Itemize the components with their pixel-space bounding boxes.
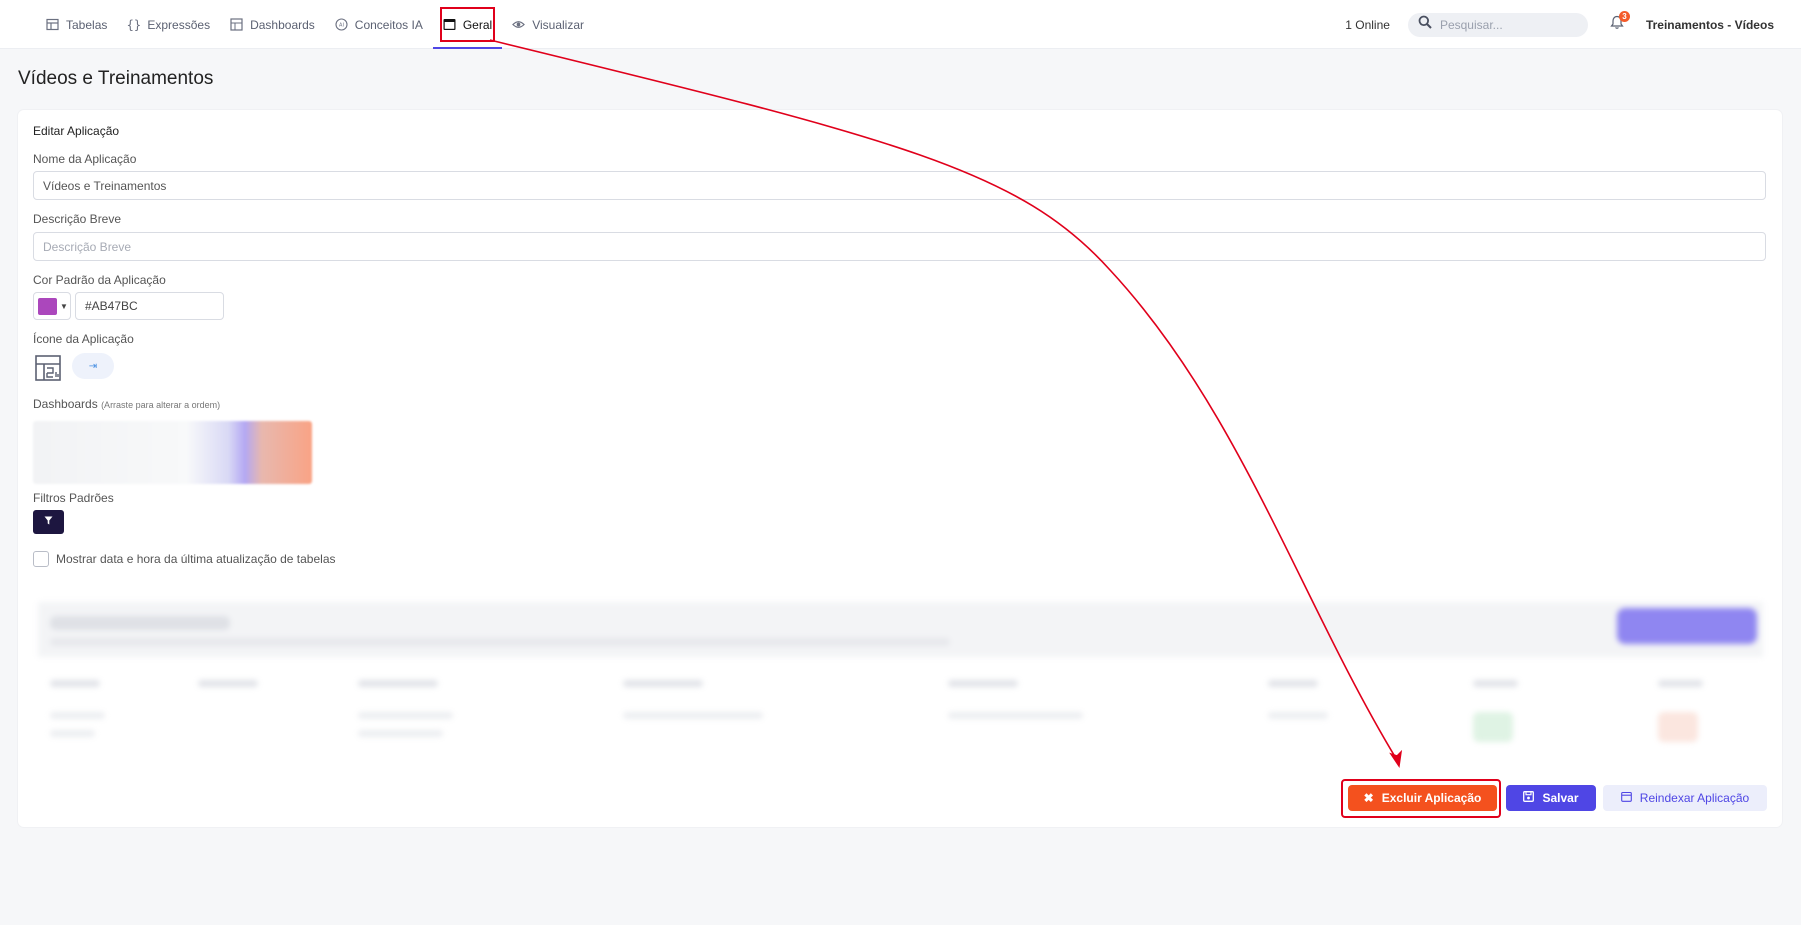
blurred-cell bbox=[50, 730, 95, 737]
filters-label: Filtros Padrões bbox=[33, 491, 114, 505]
blurred-cell bbox=[623, 712, 763, 719]
reindex-application-button[interactable]: Reindexar Aplicação bbox=[1603, 785, 1767, 811]
ai-icon: AI bbox=[335, 18, 348, 31]
nav-tab-label: Expressões bbox=[147, 17, 211, 32]
blurred-table-preview bbox=[38, 602, 1763, 752]
show-update-time-label: Mostrar data e hora da última atualizaçã… bbox=[56, 552, 336, 566]
name-label: Nome da Aplicação bbox=[33, 152, 137, 166]
application-name-input[interactable]: Vídeos e Treinamentos bbox=[33, 171, 1766, 200]
color-picker-button[interactable]: ▼ bbox=[33, 292, 71, 320]
nav-tab-conceitos-ia[interactable]: AI Conceitos IA bbox=[325, 0, 433, 49]
blurred-status bbox=[1658, 712, 1698, 742]
eye-icon bbox=[512, 18, 526, 31]
dashboards-hint: (Arraste para alterar a ordem) bbox=[101, 400, 221, 410]
color-swatch bbox=[38, 297, 57, 315]
close-icon: ✖ bbox=[1363, 791, 1374, 805]
color-hex-input[interactable]: #AB47BC bbox=[75, 292, 224, 320]
icon-label: Ícone da Aplicação bbox=[33, 332, 134, 346]
blurred-column bbox=[50, 680, 100, 687]
nav-tab-label: Visualizar bbox=[532, 17, 584, 32]
show-update-time-row[interactable]: Mostrar data e hora da última atualizaçã… bbox=[33, 551, 336, 567]
dashboards-label: Dashboards (Arraste para alterar a ordem… bbox=[33, 397, 220, 411]
nav-tab-geral[interactable]: Geral bbox=[432, 0, 503, 49]
nav-tab-label: Conceitos IA bbox=[354, 17, 423, 32]
nav-tab-expressoes[interactable]: {} Expressões bbox=[117, 0, 220, 49]
main-nav: Tabelas {} Expressões Dashboards AI Conc… bbox=[36, 0, 594, 49]
notification-badge: 3 bbox=[1618, 10, 1630, 22]
filter-icon bbox=[44, 516, 53, 528]
application-dashboard-icon[interactable] bbox=[33, 353, 63, 383]
blurred-title bbox=[50, 616, 230, 630]
window-icon bbox=[443, 18, 456, 31]
description-label: Descrição Breve bbox=[33, 212, 122, 226]
blurred-cell bbox=[358, 730, 443, 737]
blurred-column bbox=[623, 680, 703, 687]
blurred-column bbox=[358, 680, 438, 687]
description-input[interactable]: Descrição Breve bbox=[33, 232, 1766, 261]
section-title: Editar Aplicação bbox=[33, 124, 120, 138]
delete-label: Excluir Aplicação bbox=[1381, 791, 1482, 805]
floppy-disk-icon bbox=[1523, 791, 1535, 805]
nav-tab-visualizar[interactable]: Visualizar bbox=[502, 0, 594, 49]
blurred-status bbox=[1473, 712, 1513, 742]
notifications-button[interactable]: 3 bbox=[1606, 10, 1630, 36]
nav-tab-tabelas[interactable]: Tabelas bbox=[36, 0, 117, 49]
blurred-cell bbox=[1268, 712, 1328, 719]
blurred-cell bbox=[358, 712, 453, 719]
blurred-column bbox=[1268, 680, 1318, 687]
blurred-column bbox=[1473, 680, 1518, 687]
dashboard-thumbnail[interactable] bbox=[33, 421, 312, 484]
braces-icon: {} bbox=[126, 17, 142, 32]
dashboards-label-text: Dashboards bbox=[33, 397, 98, 411]
top-navbar: Tabelas {} Expressões Dashboards AI Conc… bbox=[0, 0, 1801, 49]
color-label: Cor Padrão da Aplicação bbox=[33, 273, 166, 287]
change-icon-button[interactable]: ⇥ bbox=[72, 353, 114, 379]
blurred-cell bbox=[50, 712, 105, 719]
caret-down-icon: ▼ bbox=[60, 301, 68, 311]
online-count: 1 Online bbox=[1345, 17, 1390, 32]
search-input[interactable]: Pesquisar... bbox=[1407, 12, 1588, 37]
blurred-column bbox=[198, 680, 258, 687]
edit-application-card: Editar Aplicação Nome da Aplicação Vídeo… bbox=[18, 110, 1782, 827]
nav-tab-dashboards[interactable]: Dashboards bbox=[220, 0, 325, 49]
arrow-right-bar-icon: ⇥ bbox=[88, 360, 98, 372]
calendar-icon bbox=[1620, 791, 1632, 805]
page-title: Vídeos e Treinamentos bbox=[18, 68, 214, 89]
nav-tab-label: Dashboards bbox=[250, 17, 315, 32]
nav-tab-label: Tabelas bbox=[66, 17, 108, 32]
blurred-subtitle bbox=[50, 638, 950, 646]
reindex-label: Reindexar Aplicação bbox=[1639, 791, 1750, 805]
delete-application-button[interactable]: ✖ Excluir Aplicação bbox=[1348, 785, 1497, 811]
dashboard-icon bbox=[230, 18, 243, 31]
default-filters-button[interactable] bbox=[33, 510, 64, 534]
top-right-area: 1 Online Pesquisar... 3 Treinamentos - V… bbox=[1345, 0, 1774, 49]
blurred-cell bbox=[948, 712, 1083, 719]
search-placeholder: Pesquisar... bbox=[1439, 17, 1503, 32]
save-button[interactable]: Salvar bbox=[1506, 785, 1596, 811]
nav-tab-label: Geral bbox=[462, 17, 493, 32]
save-label: Salvar bbox=[1542, 791, 1579, 805]
table-icon bbox=[46, 18, 59, 31]
blurred-column bbox=[1658, 680, 1703, 687]
blurred-table-header bbox=[38, 602, 1763, 657]
search-icon bbox=[1418, 15, 1432, 34]
action-bar: ✖ Excluir Aplicação Salvar Reindexar Apl… bbox=[0, 785, 1801, 811]
svg-text:AI: AI bbox=[339, 23, 344, 29]
blurred-column bbox=[948, 680, 1018, 687]
blurred-button bbox=[1617, 608, 1757, 644]
user-menu[interactable]: Treinamentos - Vídeos bbox=[1646, 18, 1774, 32]
show-update-time-checkbox[interactable] bbox=[33, 551, 49, 567]
